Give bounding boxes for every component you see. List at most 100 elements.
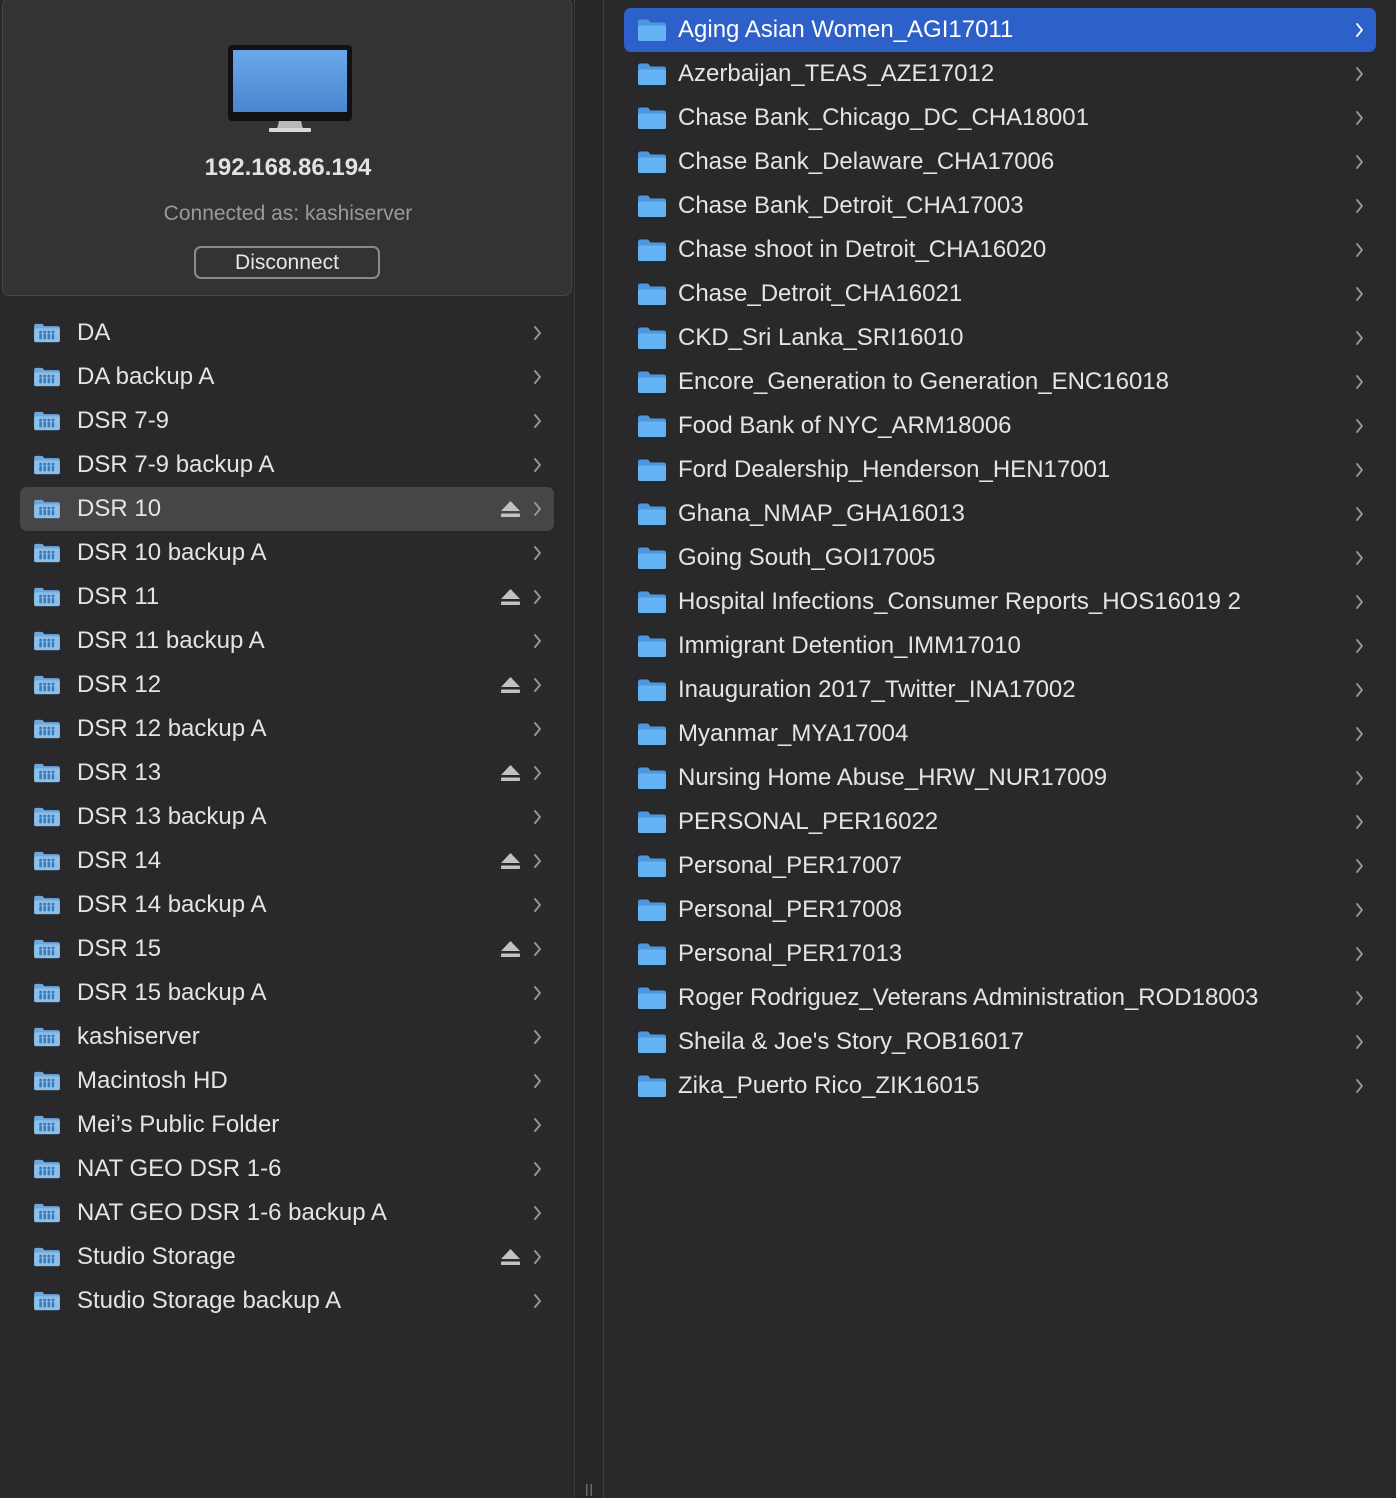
folder-item[interactable]: Personal_PER17013: [624, 932, 1376, 976]
folder-item[interactable]: Chase Bank_Detroit_CHA17003: [624, 184, 1376, 228]
chevron-right-icon: [534, 854, 541, 868]
folder-item[interactable]: Nursing Home Abuse_HRW_NUR17009: [624, 756, 1376, 800]
folder-item[interactable]: Personal_PER17008: [624, 888, 1376, 932]
folder-item[interactable]: Ghana_NMAP_GHA16013: [624, 492, 1376, 536]
shared-folder-icon: [34, 1291, 60, 1311]
share-item[interactable]: Studio Storage: [20, 1235, 554, 1279]
eject-icon[interactable]: [500, 852, 521, 870]
chevron-right-icon: [1356, 683, 1363, 697]
folder-item[interactable]: Chase shoot in Detroit_CHA16020: [624, 228, 1376, 272]
folder-item[interactable]: Sheila & Joe's Story_ROB16017: [624, 1020, 1376, 1064]
shares-column[interactable]: 192.168.86.194 Connected as: kashiserver…: [0, 0, 574, 1498]
shared-folder-icon: [34, 587, 60, 607]
folder-item[interactable]: Immigrant Detention_IMM17010: [624, 624, 1376, 668]
folder-item[interactable]: Encore_Generation to Generation_ENC16018: [624, 360, 1376, 404]
share-item[interactable]: DSR 11 backup A: [20, 619, 554, 663]
eject-icon[interactable]: [500, 940, 521, 958]
chevron-right-icon: [534, 546, 541, 560]
share-item[interactable]: DA: [20, 311, 554, 355]
share-item[interactable]: DSR 14: [20, 839, 554, 883]
share-item[interactable]: Studio Storage backup A: [20, 1279, 554, 1323]
chevron-right-icon: [1356, 199, 1363, 213]
share-item[interactable]: kashiserver: [20, 1015, 554, 1059]
chevron-right-icon: [1356, 595, 1363, 609]
chevron-right-icon: [1356, 551, 1363, 565]
folder-icon: [638, 63, 666, 85]
chevron-right-icon: [1356, 375, 1363, 389]
eject-icon[interactable]: [500, 676, 521, 694]
folder-item[interactable]: PERSONAL_PER16022: [624, 800, 1376, 844]
chevron-right-icon: [534, 634, 541, 648]
folder-item[interactable]: Aging Asian Women_AGI17011: [624, 8, 1376, 52]
share-item[interactable]: DSR 12 backup A: [20, 707, 554, 751]
share-label: Macintosh HD: [77, 1067, 228, 1094]
share-label: Mei’s Public Folder: [77, 1111, 280, 1138]
folder-icon: [638, 239, 666, 261]
eject-icon[interactable]: [500, 588, 521, 606]
chevron-right-icon: [1356, 111, 1363, 125]
share-item[interactable]: DSR 10: [20, 487, 554, 531]
share-item[interactable]: DSR 15 backup A: [20, 971, 554, 1015]
share-item[interactable]: DSR 13: [20, 751, 554, 795]
share-item[interactable]: Macintosh HD: [20, 1059, 554, 1103]
share-label: Studio Storage: [77, 1243, 236, 1270]
folder-icon: [638, 283, 666, 305]
chevron-right-icon: [1356, 727, 1363, 741]
folder-label: Personal_PER17008: [678, 896, 903, 923]
folders-column[interactable]: Aging Asian Women_AGI17011 Azerbaijan_TEA…: [604, 0, 1396, 1498]
share-item[interactable]: DSR 7-9 backup A: [20, 443, 554, 487]
share-item[interactable]: DA backup A: [20, 355, 554, 399]
folder-item[interactable]: Ford Dealership_Henderson_HEN17001: [624, 448, 1376, 492]
folder-item[interactable]: Going South_GOI17005: [624, 536, 1376, 580]
folder-label: Zika_Puerto Rico_ZIK16015: [678, 1072, 980, 1099]
share-item[interactable]: DSR 15: [20, 927, 554, 971]
share-item[interactable]: DSR 12: [20, 663, 554, 707]
folder-label: Immigrant Detention_IMM17010: [678, 632, 1021, 659]
folder-item[interactable]: CKD_Sri Lanka_SRI16010: [624, 316, 1376, 360]
folder-item[interactable]: Personal_PER17007: [624, 844, 1376, 888]
disconnect-button[interactable]: Disconnect: [194, 246, 380, 279]
chevron-right-icon: [534, 1206, 541, 1220]
shared-folder-icon: [34, 939, 60, 959]
folder-item[interactable]: Azerbaijan_TEAS_AZE17012: [624, 52, 1376, 96]
folder-item[interactable]: Chase Bank_Chicago_DC_CHA18001: [624, 96, 1376, 140]
share-label: DSR 7-9 backup A: [77, 451, 275, 478]
shared-folder-icon: [34, 1247, 60, 1267]
share-label: DSR 11 backup A: [77, 627, 265, 654]
column-divider[interactable]: [574, 0, 604, 1498]
resize-handle-icon[interactable]: [584, 1484, 594, 1496]
folder-item[interactable]: Roger Rodriguez_Veterans Administration_…: [624, 976, 1376, 1020]
shared-folder-icon: [34, 1159, 60, 1179]
folder-item[interactable]: Hospital Infections_Consumer Reports_HOS…: [624, 580, 1376, 624]
chevron-right-icon: [534, 590, 541, 604]
share-item[interactable]: DSR 13 backup A: [20, 795, 554, 839]
eject-icon[interactable]: [500, 1248, 521, 1266]
eject-icon[interactable]: [500, 764, 521, 782]
share-item[interactable]: NAT GEO DSR 1-6: [20, 1147, 554, 1191]
folder-item[interactable]: Myanmar_MYA17004: [624, 712, 1376, 756]
folder-item[interactable]: Chase_Detroit_CHA16021: [624, 272, 1376, 316]
eject-icon[interactable]: [500, 500, 521, 518]
folder-item[interactable]: Inauguration 2017_Twitter_INA17002: [624, 668, 1376, 712]
folder-label: Chase Bank_Delaware_CHA17006: [678, 148, 1055, 175]
folder-label: Personal_PER17013: [678, 940, 903, 967]
share-item[interactable]: DSR 14 backup A: [20, 883, 554, 927]
folder-item[interactable]: Food Bank of NYC_ARM18006: [624, 404, 1376, 448]
shared-folder-icon: [34, 411, 60, 431]
share-label: DSR 15: [77, 935, 162, 962]
share-item[interactable]: Mei’s Public Folder: [20, 1103, 554, 1147]
chevron-right-icon: [534, 1294, 541, 1308]
share-item[interactable]: DSR 7-9: [20, 399, 554, 443]
share-label: DSR 15 backup A: [77, 979, 267, 1006]
share-item[interactable]: DSR 10 backup A: [20, 531, 554, 575]
share-item[interactable]: NAT GEO DSR 1-6 backup A: [20, 1191, 554, 1235]
share-label: NAT GEO DSR 1-6 backup A: [77, 1199, 387, 1226]
folder-icon: [638, 723, 666, 745]
folder-item[interactable]: Chase Bank_Delaware_CHA17006: [624, 140, 1376, 184]
share-label: DSR 14: [77, 847, 162, 874]
folder-item[interactable]: Zika_Puerto Rico_ZIK16015: [624, 1064, 1376, 1108]
share-item[interactable]: DSR 11: [20, 575, 554, 619]
chevron-right-icon: [1356, 507, 1363, 521]
shared-folder-icon: [34, 895, 60, 915]
share-label: DSR 10 backup A: [77, 539, 267, 566]
